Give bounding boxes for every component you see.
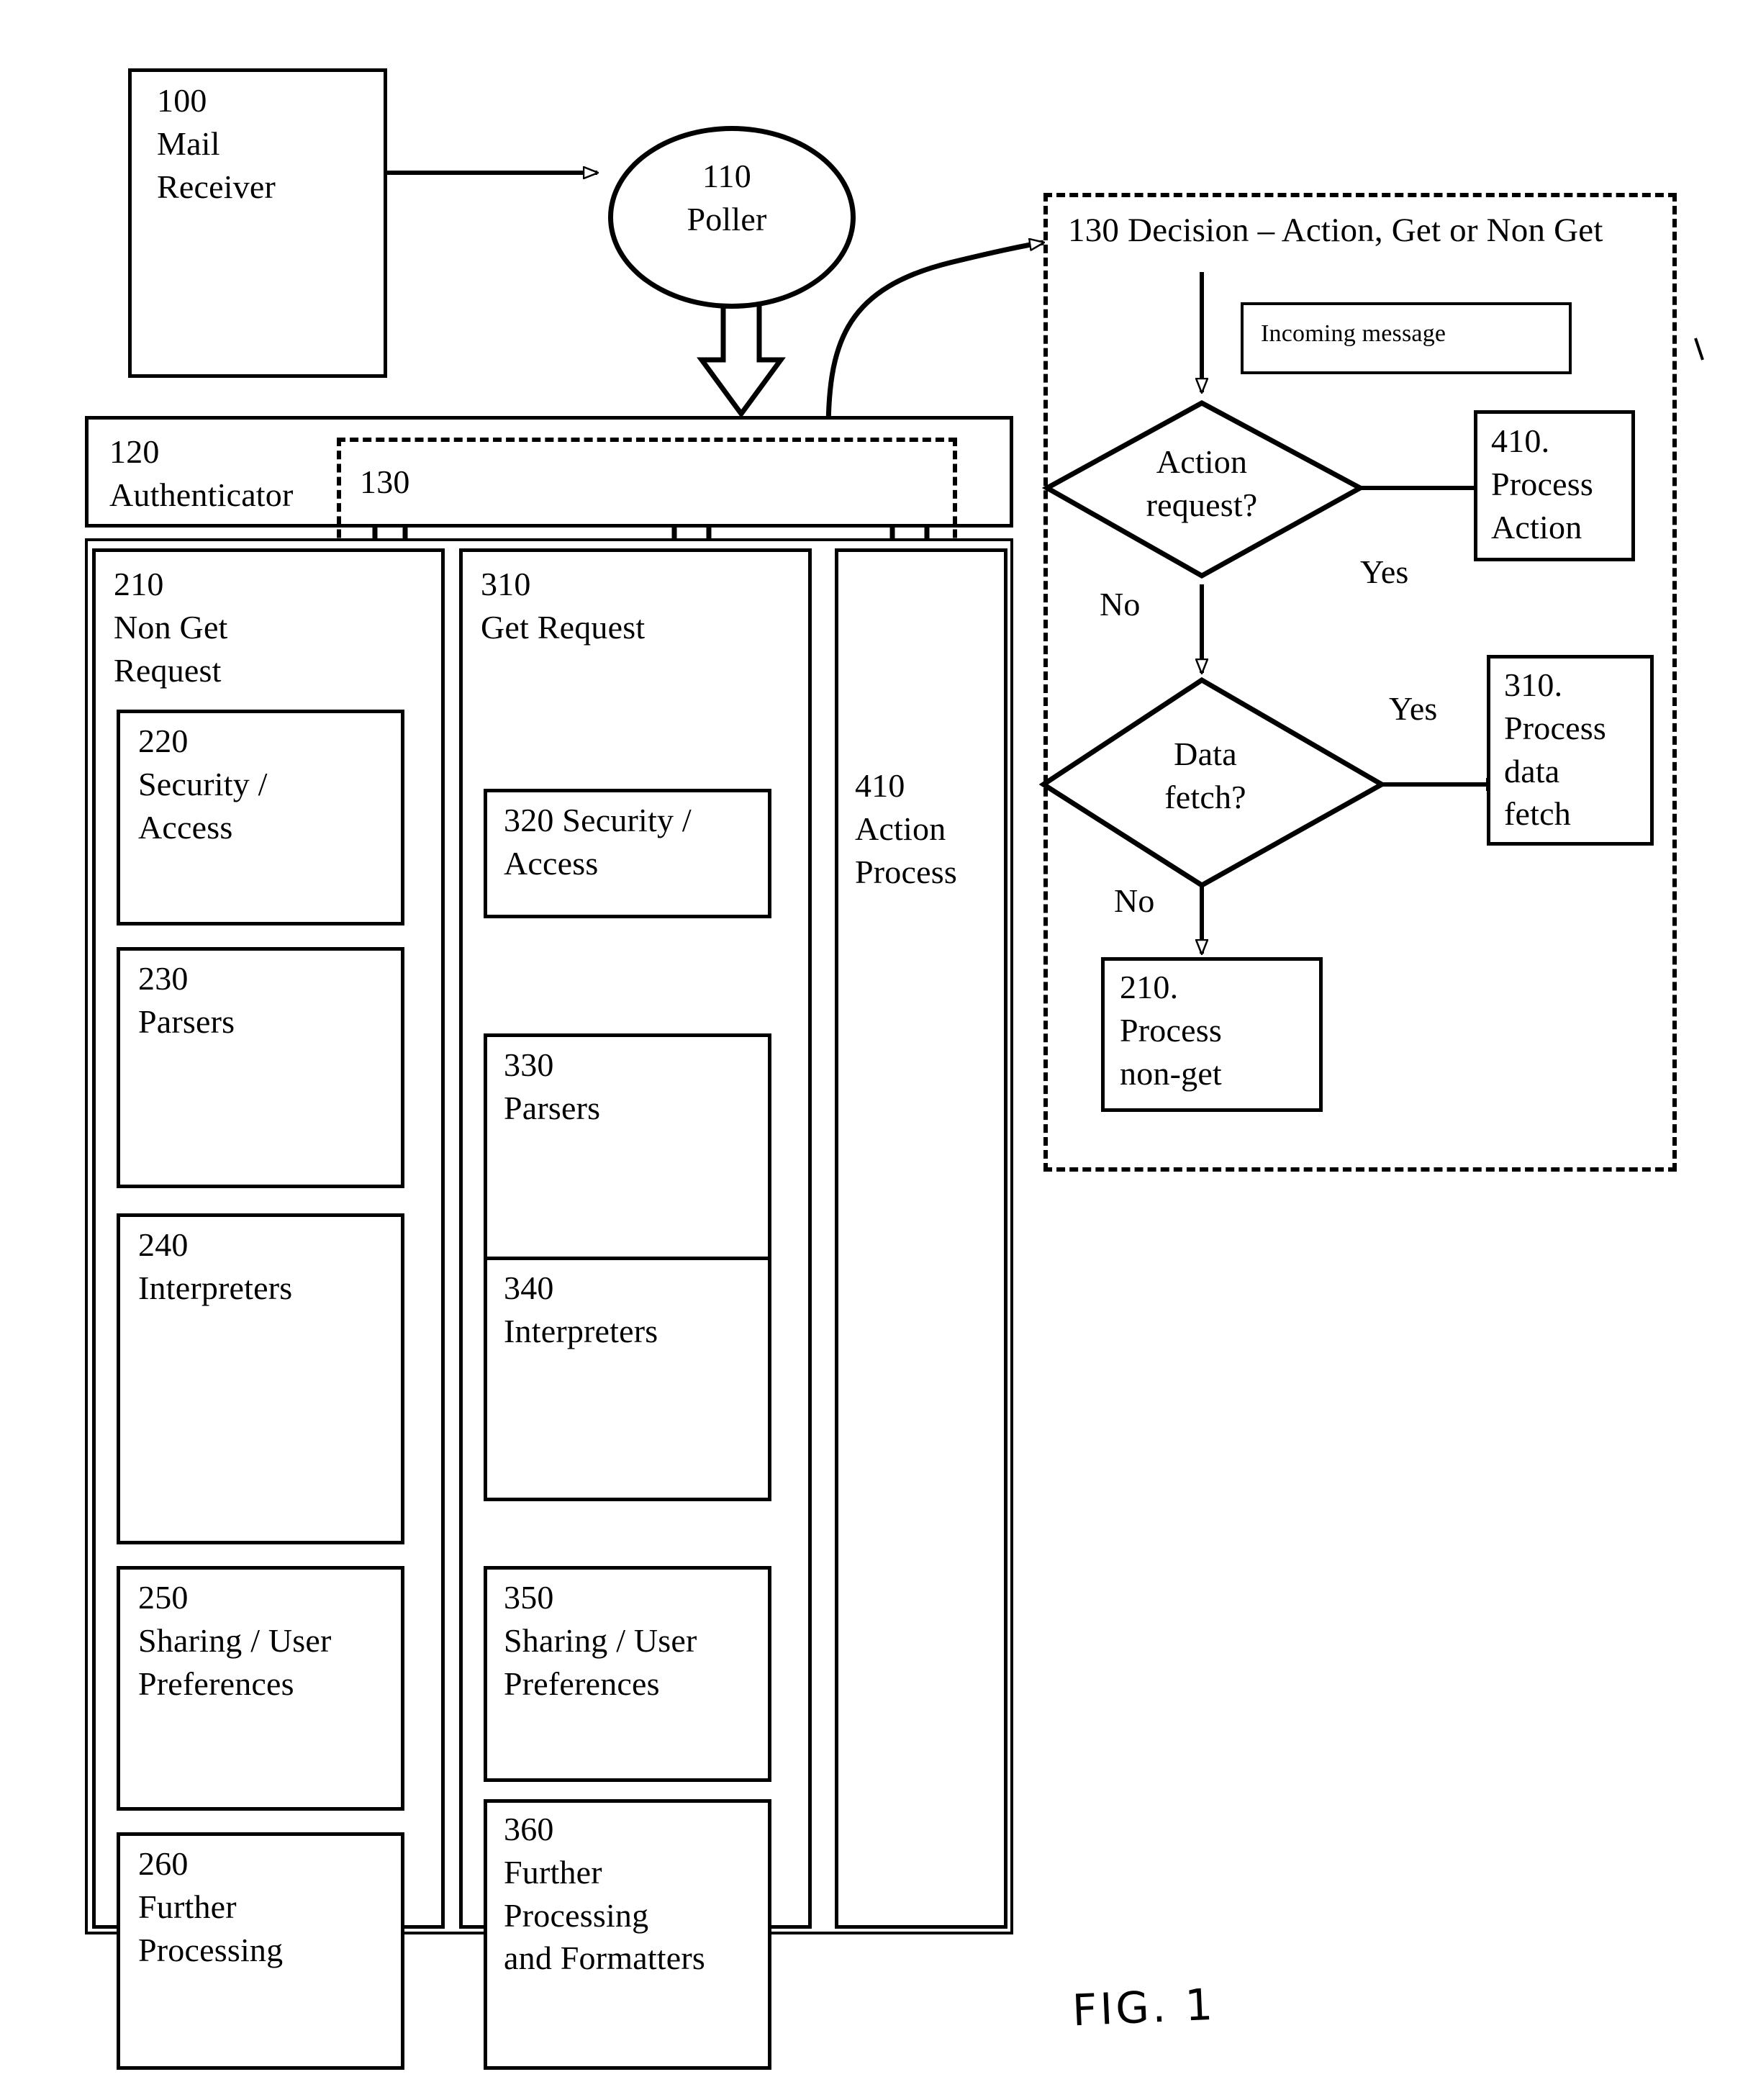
node-incoming-message-label: Incoming message [1261, 320, 1446, 347]
stray-tick-mark [1694, 338, 1704, 361]
node-310-process-data-fetch-label: 310. Process data fetch [1504, 666, 1606, 833]
node-poller-label: 110 Poller [687, 158, 767, 237]
node-220-security-access-label: 220 Security / Access [138, 723, 268, 846]
node-230-parsers-label: 230 Parsers [138, 960, 235, 1040]
node-410-process-action-label: 410. Process Action [1491, 422, 1593, 546]
node-350-sharing-user-preferences-label: 350 Sharing / User Preferences [504, 1579, 697, 1702]
column-non-get-request-label: 210 Non Get Request [114, 566, 228, 689]
column-get-request-label: 310 Get Request [481, 566, 646, 646]
patent-figure-page: 100 Mail Receiver 110 Poller 120 Authent… [0, 0, 1748, 2100]
node-250-sharing-user-preferences-label: 250 Sharing / User Preferences [138, 1579, 332, 1702]
figure-label: FIG. 1 [1071, 1979, 1217, 2037]
edge-label-action-yes: Yes [1360, 553, 1409, 590]
node-360-further-processing-formatters-label: 360 Further Processing and Formatters [504, 1811, 706, 1977]
decision-region-130-label: 130 [360, 463, 410, 500]
node-240-interpreters-label: 240 Interpreters [138, 1226, 293, 1306]
node-340-interpreters-label: 340 Interpreters [504, 1269, 658, 1349]
diamond-data-fetch-label: Data fetch? [1164, 736, 1246, 815]
node-mail-receiver-label: 100 Mail Receiver [157, 82, 276, 205]
node-210-process-non-get-label: 210. Process non-get [1120, 969, 1222, 1092]
edge-label-data-yes: Yes [1389, 690, 1438, 727]
node-330-parsers-label: 330 Parsers [504, 1046, 601, 1126]
column-action-process [835, 548, 1007, 1929]
column-action-process-label: 410 Action Process [855, 767, 957, 890]
edge-label-action-no: No [1100, 586, 1141, 623]
edge-label-data-no: No [1114, 882, 1155, 919]
node-260-further-processing-label: 260 Further Processing [138, 1845, 284, 1968]
diamond-action-request-label: Action request? [1146, 443, 1258, 523]
node-320-security-access-label: 320 Security / Access [504, 802, 692, 882]
decision-panel-title: 130 Decision – Action, Get or Non Get [1068, 212, 1603, 249]
arrow-authenticator-to-decision-panel [825, 243, 1043, 433]
